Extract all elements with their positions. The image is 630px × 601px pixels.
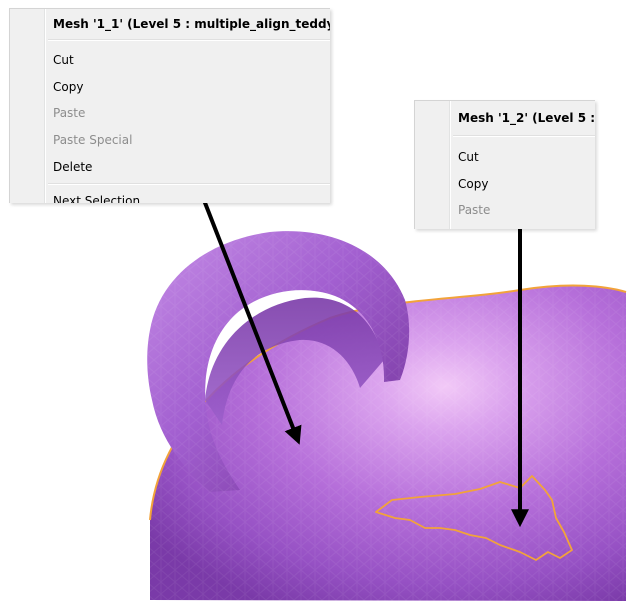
menu-item-paste: Paste — [53, 106, 86, 120]
context-menu-mesh-1-1[interactable]: Mesh '1_1' (Level 5 : multiple_align_ted… — [9, 8, 330, 203]
menu-item-paste-special: Paste Special — [53, 133, 133, 147]
menu-item-paste: Paste — [458, 203, 491, 217]
menu-item-copy[interactable]: Copy — [53, 79, 83, 95]
menu-item-next-selection[interactable]: Next Selection — [53, 193, 140, 203]
menu-item-cut[interactable]: Cut — [53, 52, 74, 68]
menu-separator — [453, 135, 595, 137]
menu-item-cut[interactable]: Cut — [458, 149, 479, 165]
menu-item-copy[interactable]: Copy — [458, 176, 488, 192]
menu-separator — [48, 39, 330, 41]
menu-header: Mesh '1_1' (Level 5 : multiple_align_ted… — [53, 17, 330, 31]
menu-item-delete[interactable]: Delete — [53, 159, 92, 175]
menu-separator — [48, 183, 330, 185]
context-menu-mesh-1-2[interactable]: Mesh '1_2' (Level 5 : Cut Copy Paste — [414, 100, 595, 229]
menu-header: Mesh '1_2' (Level 5 : — [458, 111, 595, 125]
